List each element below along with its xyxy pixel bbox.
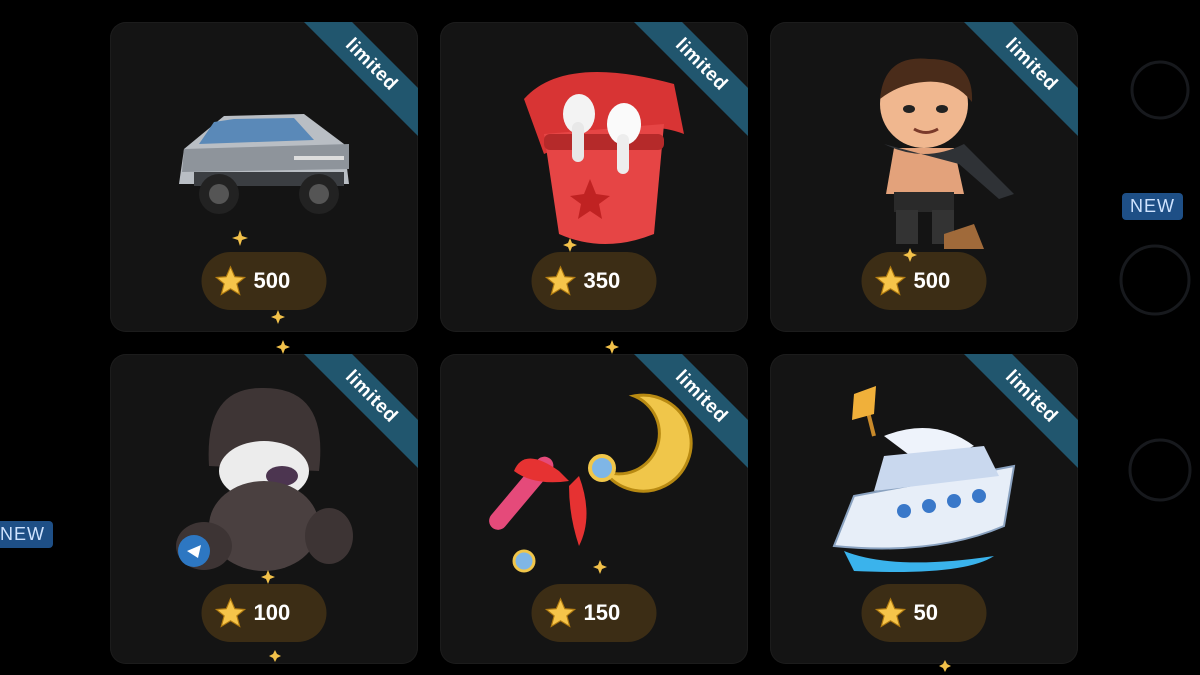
- price-pill[interactable]: 150: [531, 584, 657, 642]
- gift-card-earbuds[interactable]: limited 350: [440, 22, 748, 332]
- star-icon: [544, 597, 577, 628]
- gift-card-hero-figure[interactable]: limited 500: [770, 22, 1078, 332]
- earbuds-case-icon: [524, 72, 684, 244]
- price-value: 50: [913, 600, 938, 625]
- star-icon: [874, 597, 907, 628]
- price-pill[interactable]: 500: [861, 252, 987, 310]
- price-pill[interactable]: 350: [531, 252, 657, 310]
- gift-card-cybertruck[interactable]: limited 500: [110, 22, 418, 332]
- moon-wand-icon: [489, 393, 693, 573]
- price-value: 500: [253, 268, 291, 293]
- price-pill[interactable]: 100: [201, 584, 327, 642]
- star-icon: [214, 597, 247, 628]
- gift-grid: limited 500 limited 350 limited 500 limi…: [0, 0, 1200, 675]
- price-value: 350: [583, 268, 621, 293]
- star-icon: [214, 265, 247, 296]
- star-icon: [544, 265, 577, 296]
- price-value: 150: [583, 600, 621, 625]
- price-pill[interactable]: 50: [861, 584, 987, 642]
- gift-card-hooded-bear[interactable]: limited 100: [110, 354, 418, 664]
- star-icon: [874, 265, 907, 296]
- hooded-bear-icon: [176, 387, 353, 571]
- price-value: 100: [253, 600, 291, 625]
- gift-card-yacht[interactable]: limited 50: [770, 354, 1078, 664]
- price-pill[interactable]: 500: [201, 252, 327, 310]
- hero-figure-icon: [880, 58, 1014, 249]
- cybertruck-icon: [179, 114, 349, 214]
- yacht-icon: [832, 386, 1016, 572]
- gift-card-moon-wand[interactable]: limited 150: [440, 354, 748, 664]
- price-value: 500: [913, 268, 951, 293]
